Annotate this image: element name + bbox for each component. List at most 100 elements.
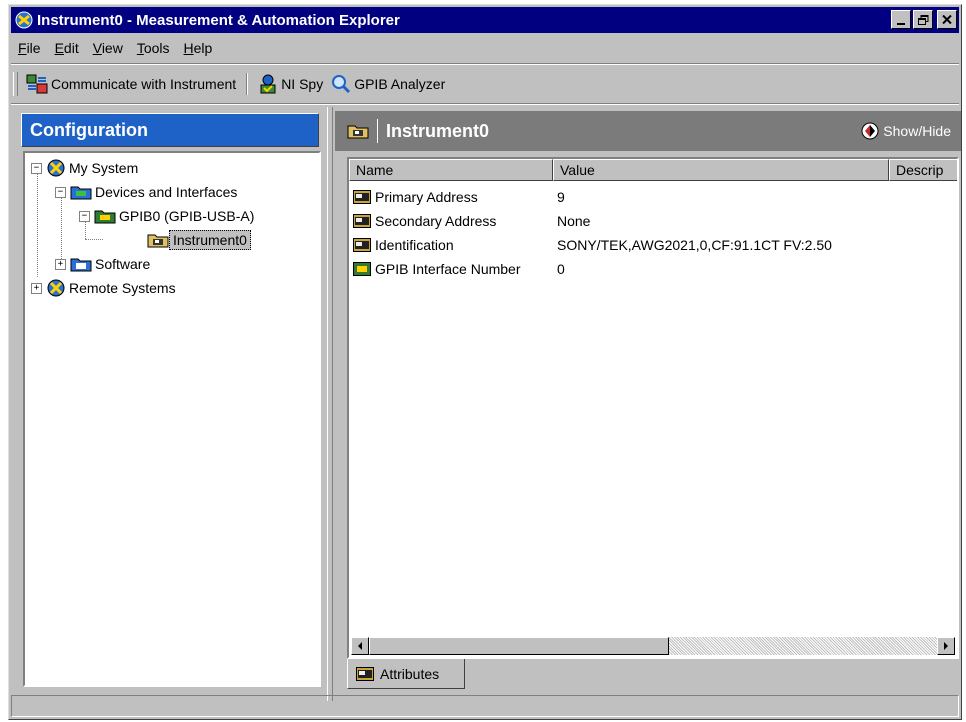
menu-tools-label: ools bbox=[143, 40, 170, 56]
gpib-analyzer-button[interactable]: GPIB Analyzer bbox=[327, 71, 449, 97]
close-button[interactable] bbox=[937, 10, 957, 29]
instrument-folder-icon bbox=[147, 234, 169, 248]
tree-label: Software bbox=[95, 256, 151, 272]
restore-button[interactable] bbox=[913, 10, 933, 29]
configuration-title: Configuration bbox=[30, 119, 148, 140]
menu-tools-accel: T bbox=[136, 40, 144, 56]
horizontal-scrollbar[interactable] bbox=[351, 637, 955, 655]
attribute-row-secondary-address[interactable]: Secondary Address None bbox=[353, 209, 590, 233]
communicate-with-instrument-button[interactable]: Communicate with Instrument bbox=[22, 71, 240, 97]
collapse-icon[interactable]: − bbox=[31, 162, 42, 174]
mae-app-icon bbox=[15, 11, 33, 29]
show-hide-label: Show/Hide bbox=[883, 123, 951, 139]
ni-spy-button[interactable]: NI Spy bbox=[254, 71, 327, 97]
attribute-name: Identification bbox=[375, 237, 454, 253]
instrument-attribute-icon bbox=[353, 238, 371, 252]
attribute-row-primary-address[interactable]: Primary Address 9 bbox=[353, 185, 565, 209]
attribute-row-identification[interactable]: Identification SONY/TEK,AWG2021,0,CF:91.… bbox=[353, 233, 832, 257]
tab-attributes[interactable]: Attributes bbox=[347, 659, 465, 689]
detail-header: Instrument0 Show/Hide bbox=[335, 111, 961, 151]
configuration-header: Configuration bbox=[21, 113, 319, 147]
expand-icon[interactable]: + bbox=[55, 258, 66, 270]
tree-label: My System bbox=[69, 160, 139, 176]
arrow-right-icon bbox=[944, 642, 948, 650]
scrollbar-track[interactable] bbox=[669, 637, 937, 655]
gpib-board-icon bbox=[94, 210, 116, 224]
menu-view-label: iew bbox=[101, 40, 123, 56]
detail-title: Instrument0 bbox=[386, 120, 490, 141]
close-icon bbox=[942, 15, 952, 24]
instrument-attribute-icon bbox=[353, 214, 371, 228]
attribute-row-gpib-interface-number[interactable]: GPIB Interface Number 0 bbox=[353, 257, 565, 281]
scrollbar-thumb[interactable] bbox=[369, 637, 669, 655]
collapse-icon[interactable]: − bbox=[79, 210, 90, 222]
devices-folder-icon bbox=[70, 186, 92, 200]
header-divider bbox=[377, 119, 378, 143]
scroll-right-button[interactable] bbox=[937, 637, 955, 655]
attributes-list[interactable]: Name Value Descrip Primary Address 9 Sec… bbox=[347, 157, 959, 659]
menu-help-label: elp bbox=[193, 40, 213, 56]
minimize-button[interactable] bbox=[891, 10, 911, 29]
system-globe-icon bbox=[47, 159, 65, 177]
remote-globe-icon bbox=[47, 279, 65, 297]
toolbar-separator bbox=[246, 73, 249, 95]
attribute-value: SONY/TEK,AWG2021,0,CF:91.1CT FV:2.50 bbox=[557, 237, 832, 253]
magnifier-icon bbox=[332, 75, 351, 94]
menu-view-accel: V bbox=[92, 40, 102, 56]
tree-label: Instrument0 bbox=[169, 230, 251, 250]
pane-splitter[interactable] bbox=[327, 107, 333, 701]
instrument-attribute-icon bbox=[356, 666, 374, 681]
window-title: Instrument0 - Measurement & Automation E… bbox=[37, 11, 400, 29]
attribute-name: Secondary Address bbox=[375, 213, 497, 229]
configuration-tree[interactable]: − My System − Devices and Interfaces − G… bbox=[23, 151, 321, 687]
communicate-icon bbox=[26, 74, 48, 94]
communicate-label: Communicate with Instrument bbox=[51, 76, 237, 92]
menu-edit[interactable]: Edit bbox=[48, 37, 86, 59]
toolbar: Communicate with Instrument NI Spy GPIB … bbox=[13, 69, 449, 99]
gpib-analyzer-label: GPIB Analyzer bbox=[354, 76, 446, 92]
tree-item-gpib0[interactable]: − GPIB0 (GPIB-USB-A) bbox=[79, 205, 257, 227]
tab-attributes-label: Attributes bbox=[380, 665, 440, 682]
toolbar-grip[interactable] bbox=[13, 72, 18, 96]
column-headers: Name Value Descrip bbox=[349, 159, 957, 181]
minimize-icon bbox=[897, 22, 905, 25]
tree-connector bbox=[85, 239, 103, 240]
menu-divider bbox=[11, 63, 959, 65]
menu-edit-accel: E bbox=[54, 40, 64, 56]
arrow-left-icon bbox=[358, 642, 362, 650]
attribute-value: 0 bbox=[557, 261, 565, 277]
tree-label: Devices and Interfaces bbox=[95, 184, 238, 200]
tree-item-software[interactable]: + Software bbox=[55, 253, 153, 275]
expand-icon[interactable]: + bbox=[31, 282, 42, 294]
app-window: Instrument0 - Measurement & Automation E… bbox=[8, 4, 962, 720]
scroll-left-button[interactable] bbox=[351, 637, 369, 655]
menu-bar: File Edit View Tools Help bbox=[11, 37, 219, 59]
ni-spy-icon bbox=[260, 74, 276, 94]
attribute-name: Primary Address bbox=[375, 189, 478, 205]
show-hide-button[interactable]: Show/Hide bbox=[861, 122, 951, 140]
menu-edit-label: dit bbox=[63, 40, 79, 56]
collapse-icon[interactable]: − bbox=[55, 186, 66, 198]
attribute-value: None bbox=[557, 213, 591, 229]
restore-icon bbox=[917, 14, 928, 25]
gpib-board-attribute-icon bbox=[353, 262, 371, 276]
column-header-name[interactable]: Name bbox=[349, 159, 553, 181]
toolbar-divider bbox=[11, 103, 959, 105]
column-header-value[interactable]: Value bbox=[553, 159, 889, 181]
attribute-name: GPIB Interface Number bbox=[375, 261, 521, 277]
menu-view[interactable]: View bbox=[86, 37, 130, 59]
column-header-description[interactable]: Descrip bbox=[889, 159, 957, 181]
attribute-value: 9 bbox=[557, 189, 565, 205]
tree-item-remote-systems[interactable]: + Remote Systems bbox=[31, 277, 179, 299]
menu-help[interactable]: Help bbox=[177, 37, 220, 59]
menu-file[interactable]: File bbox=[11, 37, 48, 59]
tree-item-my-system[interactable]: − My System bbox=[31, 157, 141, 179]
tree-connector bbox=[37, 169, 38, 277]
tree-item-devices-and-interfaces[interactable]: − Devices and Interfaces bbox=[55, 181, 240, 203]
menu-tools[interactable]: Tools bbox=[130, 37, 177, 59]
title-bar[interactable]: Instrument0 - Measurement & Automation E… bbox=[11, 7, 959, 33]
ni-spy-label: NI Spy bbox=[281, 76, 324, 92]
tree-label: Remote Systems bbox=[69, 280, 176, 296]
tree-item-instrument0[interactable]: Instrument0 bbox=[147, 229, 251, 251]
show-hide-icon bbox=[861, 122, 879, 140]
